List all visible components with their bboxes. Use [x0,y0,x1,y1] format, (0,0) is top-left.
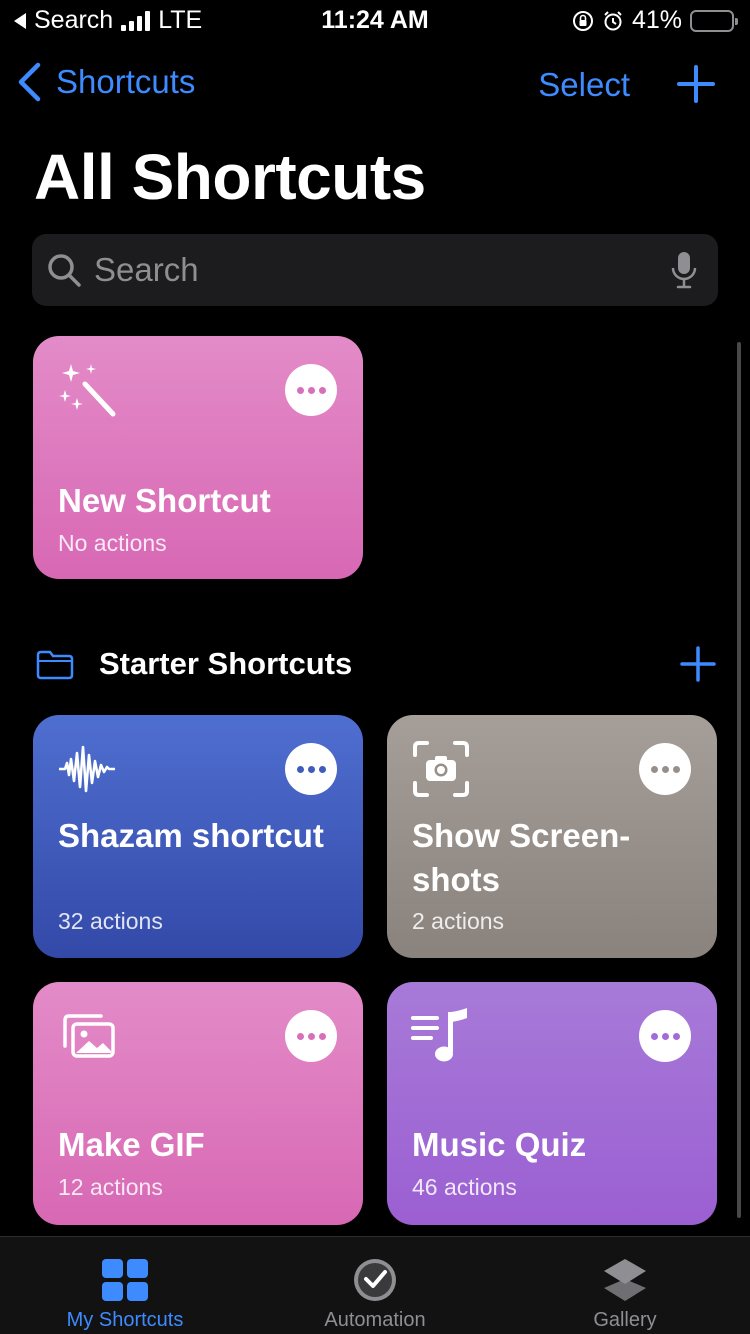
page-title: All Shortcuts [34,141,426,213]
battery-percent: 41% [631,6,682,34]
orientation-lock-icon [572,10,593,31]
card-title: Make GIF [58,1126,205,1163]
tab-label: Automation [324,1309,426,1331]
status-bar-right: 41% [572,6,738,35]
music-list-icon [411,1008,467,1062]
card-subtitle: 46 actions [412,1174,517,1200]
select-button[interactable]: Select [538,66,630,104]
microphone-icon[interactable] [670,250,698,290]
more-options-button[interactable] [639,743,691,795]
card-subtitle: 12 actions [58,1174,163,1200]
shortcut-card-music-quiz[interactable]: Music Quiz 46 actions [387,982,717,1225]
shortcuts-screen: Search LTE 11:24 AM 41% Shortcuts Select… [0,0,750,1334]
tab-label: Gallery [593,1309,657,1331]
grid-icon [102,1259,148,1301]
search-field[interactable]: Search [32,234,718,306]
back-triangle-icon [14,12,26,29]
more-options-button[interactable] [639,1010,691,1062]
tab-label: My Shortcuts [66,1309,184,1331]
card-title: Music Quiz [412,1126,587,1163]
alarm-icon [604,10,622,30]
camera-viewfinder-icon [413,741,469,797]
navigation-bar: Shortcuts Select [0,60,750,110]
section-header-starter-shortcuts[interactable]: Starter Shortcuts [36,640,716,690]
tab-gallery[interactable]: Gallery [500,1237,750,1334]
card-title: Show Screen-shots [412,817,631,898]
tab-automation[interactable]: Automation [250,1237,500,1334]
back-button[interactable]: Shortcuts [16,62,195,102]
photos-icon [63,1014,115,1058]
status-bar-left[interactable]: Search LTE [14,6,202,35]
shortcut-card-show-screenshots[interactable]: Show Screen-shots 2 actions [387,715,717,958]
clock-check-icon [354,1259,396,1301]
tab-my-shortcuts[interactable]: My Shortcuts [0,1237,250,1334]
card-title: Shazam shortcut [58,817,324,854]
layers-icon [604,1259,646,1301]
more-options-button[interactable] [285,743,337,795]
battery-icon [690,9,738,32]
card-subtitle: No actions [58,530,167,556]
card-subtitle: 2 actions [412,908,505,934]
card-subtitle: 32 actions [58,908,163,934]
status-back-label: Search [34,6,114,34]
tab-bar: My Shortcuts Automation Gallery [0,1236,750,1334]
more-options-button[interactable] [285,1010,337,1062]
card-title: New Shortcut [58,482,271,519]
shortcut-card-shazam[interactable]: Shazam shortcut 32 actions [33,715,363,958]
scrollbar[interactable] [737,342,741,1218]
search-input[interactable]: Search [94,251,199,289]
folder-icon [36,650,74,680]
shortcut-card-new-shortcut[interactable]: New Shortcut No actions [33,336,363,579]
chevron-left-icon [18,62,41,102]
add-to-folder-plus-icon[interactable] [680,646,716,682]
back-button-label: Shortcuts [56,63,196,100]
shortcut-card-make-gif[interactable]: Make GIF 12 actions [33,982,363,1225]
search-icon [48,254,81,287]
magic-wand-icon [59,364,116,417]
more-options-button[interactable] [285,364,337,416]
waveform-icon [59,745,115,793]
plus-icon[interactable] [676,64,716,104]
section-title: Starter Shortcuts [99,646,353,681]
signal-icon [121,10,151,31]
status-bar: Search LTE 11:24 AM 41% [0,0,750,40]
carrier-label: LTE [158,6,203,34]
